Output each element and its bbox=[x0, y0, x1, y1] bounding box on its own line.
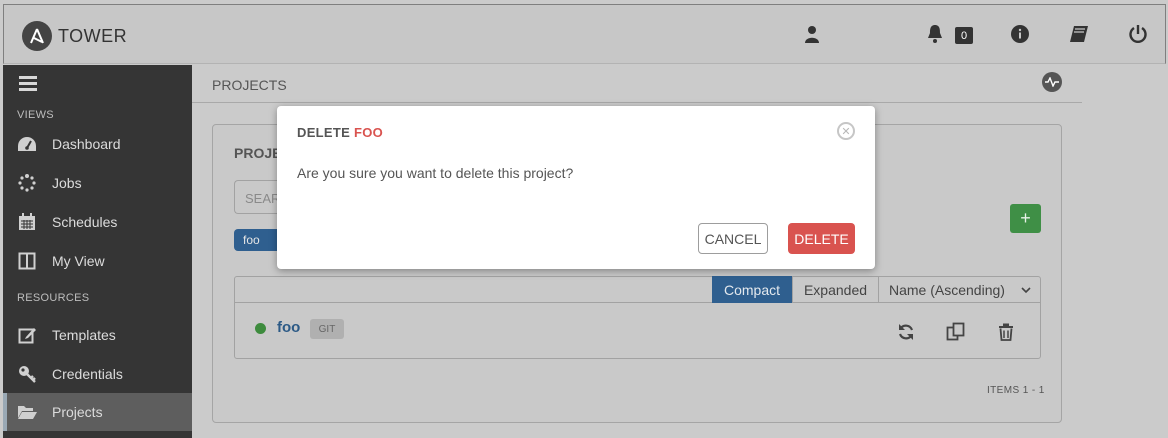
tower-logo-icon bbox=[22, 21, 52, 51]
modal-title-prefix: DELETE bbox=[297, 125, 351, 140]
hamburger-menu-icon[interactable] bbox=[19, 76, 37, 94]
columns-icon bbox=[17, 251, 37, 271]
documentation-book-icon[interactable] bbox=[1068, 23, 1090, 45]
sidebar-item-credentials[interactable]: Credentials bbox=[3, 355, 192, 393]
breadcrumb-bar: PROJECTS bbox=[192, 65, 1082, 103]
activity-stream-icon[interactable] bbox=[1042, 72, 1062, 92]
key-icon bbox=[17, 364, 37, 384]
sidebar-item-label: Dashboard bbox=[52, 136, 121, 152]
modal-title-name: FOO bbox=[354, 125, 384, 140]
view-compact-button[interactable]: Compact bbox=[712, 276, 792, 303]
folder-open-icon bbox=[17, 402, 37, 422]
modal-title: DELETE FOO bbox=[297, 125, 383, 140]
cancel-button[interactable]: CANCEL bbox=[698, 223, 768, 254]
logout-power-icon[interactable] bbox=[1127, 23, 1149, 45]
top-navbar: TOWER 0 bbox=[3, 4, 1166, 64]
notifications-bell-icon[interactable] bbox=[924, 23, 946, 45]
delete-button[interactable]: DELETE bbox=[788, 223, 855, 254]
sidebar-item-label: Jobs bbox=[52, 175, 82, 191]
user-icon[interactable] bbox=[801, 23, 823, 45]
sort-dropdown[interactable]: Name (Ascending) bbox=[878, 276, 1041, 303]
sidebar-item-projects[interactable]: Projects bbox=[3, 393, 192, 431]
delete-confirmation-modal: DELETE FOO ✕ Are you sure you want to de… bbox=[277, 106, 875, 269]
chevron-down-icon bbox=[1021, 282, 1031, 298]
notification-count-badge[interactable]: 0 bbox=[955, 27, 973, 44]
pagination-count: ITEMS 1 - 1 bbox=[987, 385, 1045, 396]
sidebar-item-label: Templates bbox=[52, 327, 116, 343]
trash-delete-icon[interactable] bbox=[996, 322, 1016, 342]
brand-name: TOWER bbox=[58, 25, 128, 46]
sidebar-item-jobs[interactable]: Jobs bbox=[3, 164, 192, 202]
dashboard-icon bbox=[17, 134, 37, 154]
project-name-link[interactable]: foo bbox=[277, 319, 300, 336]
sidebar-item-label: Credentials bbox=[52, 366, 123, 382]
sidebar-item-label: Schedules bbox=[52, 214, 118, 230]
sidebar-item-label: Projects bbox=[52, 404, 103, 420]
calendar-icon bbox=[17, 212, 37, 232]
breadcrumb[interactable]: PROJECTS bbox=[212, 77, 287, 93]
copy-icon[interactable] bbox=[946, 322, 966, 342]
pencil-square-icon bbox=[17, 325, 37, 345]
sync-refresh-icon[interactable] bbox=[896, 322, 916, 342]
panel-title: PROJE bbox=[234, 145, 282, 161]
view-expanded-button[interactable]: Expanded bbox=[792, 276, 878, 303]
add-project-button[interactable]: + bbox=[1010, 204, 1041, 233]
plus-icon: + bbox=[1020, 208, 1031, 228]
jobs-spinner-icon bbox=[17, 173, 37, 193]
sidebar-item-templates[interactable]: Templates bbox=[3, 316, 192, 354]
sidebar: VIEWS Dashboard Jobs Schedules My View R… bbox=[3, 65, 192, 438]
projects-list: Compact Expanded Name (Ascending) foo GI… bbox=[234, 276, 1041, 359]
sidebar-item-label: My View bbox=[52, 253, 105, 269]
sidebar-section-resources: RESOURCES bbox=[17, 292, 90, 304]
brand[interactable]: TOWER bbox=[22, 21, 127, 51]
sidebar-section-views: VIEWS bbox=[17, 109, 54, 121]
sort-label: Name (Ascending) bbox=[889, 281, 1005, 298]
status-success-icon[interactable] bbox=[255, 323, 266, 334]
sidebar-item-my-view[interactable]: My View bbox=[3, 242, 192, 280]
sidebar-item-dashboard[interactable]: Dashboard bbox=[3, 125, 192, 163]
scm-type-badge: GIT bbox=[310, 319, 344, 339]
modal-message: Are you sure you want to delete this pro… bbox=[297, 165, 574, 181]
sidebar-item-schedules[interactable]: Schedules bbox=[3, 203, 192, 241]
info-icon[interactable] bbox=[1009, 23, 1031, 45]
list-toolbar: Compact Expanded Name (Ascending) bbox=[235, 276, 1041, 303]
close-icon[interactable]: ✕ bbox=[837, 122, 855, 140]
